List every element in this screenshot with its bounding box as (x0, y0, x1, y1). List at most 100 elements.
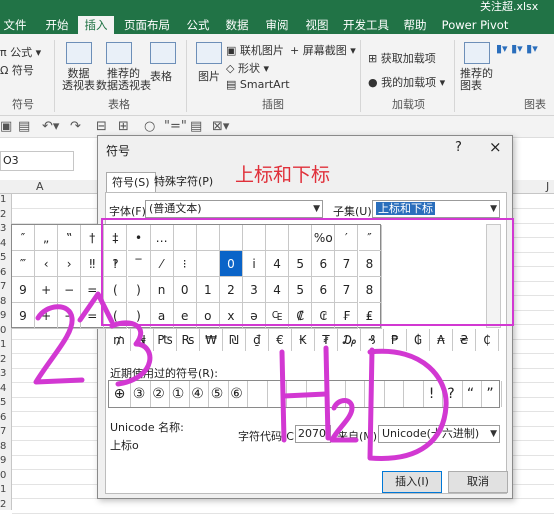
insert-button[interactable]: 插入(I) (382, 471, 442, 493)
symbol-cell[interactable]: ə (243, 303, 266, 329)
symbol-cell[interactable]: 6 (312, 277, 336, 303)
symbol-cell[interactable]: ₴ (453, 329, 476, 351)
symbol-cell[interactable]: 4 (266, 277, 290, 303)
symbol-cell[interactable]: 9 (12, 303, 35, 329)
symbol-cell[interactable]: † (81, 225, 105, 251)
name-box[interactable]: O3 (0, 151, 74, 171)
recommended-pivot-label[interactable]: 推荐的 数据透视表 (96, 68, 151, 92)
row-header[interactable]: 2 (0, 209, 12, 220)
symbol-cell[interactable]: o (196, 303, 220, 329)
cancel-button[interactable]: 取消 (448, 471, 508, 493)
tab-developer[interactable]: 开发工具 (342, 16, 390, 34)
symbol-cell[interactable]: − (58, 277, 82, 303)
row-header[interactable]: 8 (0, 441, 12, 452)
formula-button[interactable]: π 公式 ▾ (0, 44, 41, 60)
get-addins-button[interactable]: ⊞ 获取加载项 (368, 50, 436, 66)
symbol-cell[interactable]: „ (35, 225, 59, 251)
symbol-cell[interactable]: ₫ (246, 329, 269, 351)
row-header[interactable]: 9 (0, 455, 12, 466)
symbol-grid-scrollbar[interactable] (486, 224, 501, 328)
redo-icon[interactable]: ↷ (70, 119, 81, 134)
symbol-cell[interactable]: = (81, 277, 105, 303)
symbol-cell[interactable]: ₳ (430, 329, 453, 351)
save-icon[interactable]: ▣ (0, 119, 12, 134)
symbol-cell[interactable]: ‴ (12, 251, 35, 277)
symbol-cell[interactable]: ‼ (81, 251, 105, 277)
symbol-cell[interactable]: 8 (358, 251, 382, 277)
symbol-cell[interactable]: 2 (219, 277, 243, 303)
symbol-cell[interactable]: − (58, 303, 82, 329)
row-header[interactable]: 5 (0, 397, 12, 408)
symbol-cell[interactable]: • (127, 225, 151, 251)
symbol-cell[interactable]: › (58, 251, 82, 277)
symbol-cell[interactable]: ( (104, 277, 128, 303)
symbol-cell[interactable]: ″ (12, 225, 35, 251)
symbol-cell[interactable]: ₢ (312, 303, 336, 329)
symbol-cell[interactable]: 3 (243, 277, 266, 303)
symbol-cell[interactable]: ₡ (289, 303, 313, 329)
symbol-button[interactable]: Ω 符号 (0, 62, 34, 78)
help-button[interactable]: ? (455, 140, 462, 155)
symbol-cell[interactable]: 6 (312, 251, 336, 277)
symbol-cell[interactable]: n (150, 277, 174, 303)
symbol-cell[interactable] (266, 225, 290, 251)
screenshot-button[interactable]: + 屏幕截图 ▾ (290, 42, 356, 58)
tab-review[interactable]: 审阅 (262, 16, 292, 34)
symbol-cell[interactable]: ₤ (358, 303, 382, 329)
tab-help[interactable]: 帮助 (400, 16, 430, 34)
picture-label[interactable]: 图片 (198, 68, 220, 84)
format-icon[interactable]: ⊟ (96, 119, 107, 134)
symbol-cell[interactable] (219, 225, 243, 251)
symbol-cell[interactable]: ‹ (35, 251, 59, 277)
subset-select[interactable]: 上标和下标 ▼ (372, 200, 500, 218)
symbol-cell[interactable]: x (219, 303, 243, 329)
customize-icon[interactable]: ⊠▾ (212, 119, 229, 134)
recommended-charts-icon[interactable] (464, 42, 490, 64)
symbol-cell[interactable]: ( (104, 303, 128, 329)
font-select[interactable]: (普通文本) ▼ (145, 200, 323, 218)
symbol-cell[interactable]: ₥ (108, 329, 131, 351)
chart-type-icons[interactable]: ▮▾ ▮▾ ▮▾ (496, 42, 538, 55)
symbol-cell[interactable]: 9 (12, 277, 35, 303)
symbol-cell[interactable]: ‽ (104, 251, 128, 277)
circle-icon[interactable]: ○ (144, 119, 155, 134)
tab-insert[interactable]: 插入 (78, 16, 114, 34)
my-addins-button[interactable]: ● 我的加载项 ▾ (368, 74, 445, 90)
symbol-cell[interactable]: ₩ (200, 329, 223, 351)
tab-special-characters[interactable]: 特殊字符(P) (149, 172, 218, 192)
symbol-cell[interactable]: %o (312, 225, 336, 251)
symbol-cell[interactable]: ₯ (338, 329, 361, 351)
symbol-cell[interactable]: 5 (289, 277, 313, 303)
recommended-pivot-icon[interactable] (106, 42, 132, 64)
symbol-cell[interactable]: ₵ (476, 329, 499, 351)
row-header[interactable]: 4 (0, 383, 12, 394)
row-header[interactable]: 2 (0, 499, 12, 510)
symbol-cell[interactable]: ₱ (384, 329, 407, 351)
align-icon[interactable]: ⊞ (118, 119, 129, 134)
symbol-cell[interactable]: ‟ (58, 225, 82, 251)
symbol-cell[interactable]: 4 (266, 251, 290, 277)
symbol-cell[interactable]: 1 (196, 277, 220, 303)
symbol-cell[interactable] (196, 251, 220, 277)
pivot-table-icon[interactable] (66, 42, 92, 64)
tab-formulas[interactable]: 公式 (182, 16, 214, 34)
tab-data[interactable]: 数据 (222, 16, 252, 34)
save-as-icon[interactable]: ▤ (18, 119, 30, 134)
smartart-button[interactable]: ▤ SmartArt (226, 78, 290, 91)
symbol-cell[interactable] (243, 225, 266, 251)
symbol-cell[interactable]: ‡ (104, 225, 128, 251)
symbol-cell[interactable]: ₠ (266, 303, 290, 329)
symbol-cell[interactable]: + (35, 303, 59, 329)
close-button[interactable]: × (489, 138, 502, 156)
symbol-cell[interactable]: ) (127, 277, 151, 303)
shapes-button[interactable]: ◇ 形状 ▾ (226, 60, 269, 76)
row-header[interactable]: 0 (0, 470, 12, 481)
tab-page-layout[interactable]: 页面布局 (122, 16, 172, 34)
symbol-cell[interactable]: ₦ (131, 329, 154, 351)
recommended-charts-label[interactable]: 推荐的 图表 (460, 68, 493, 92)
row-header[interactable]: 6 (0, 412, 12, 423)
table-label[interactable]: 表格 (150, 68, 172, 84)
symbol-cell[interactable]: ₣ (335, 303, 359, 329)
symbol-cell[interactable]: ₪ (223, 329, 246, 351)
symbol-cell[interactable]: ) (127, 303, 151, 329)
